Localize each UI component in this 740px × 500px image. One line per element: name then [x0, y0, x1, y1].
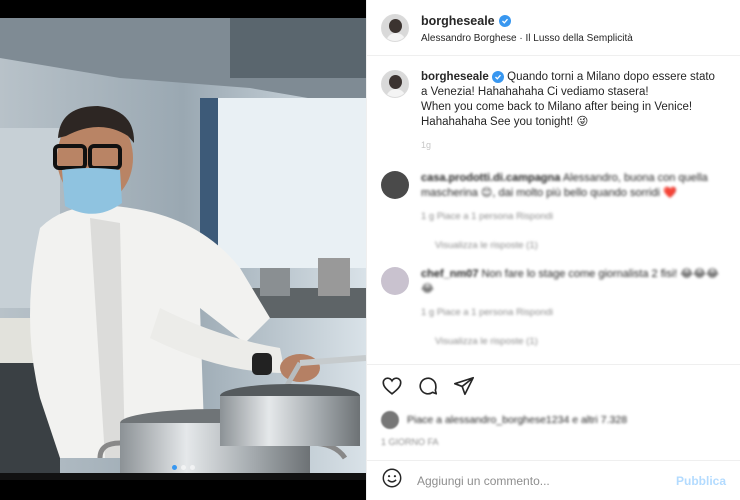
post-details-panel: borgheseale Alessandro Borghese · Il Lus… [366, 0, 740, 500]
header-info: borgheseale Alessandro Borghese · Il Lus… [421, 12, 633, 44]
likes-row[interactable]: Piace a alessandro_borghese1234 e altri … [381, 411, 726, 429]
add-comment-bar: Pubblica [367, 460, 740, 500]
post-photo[interactable] [0, 18, 366, 480]
commenter-avatar[interactable] [381, 171, 409, 199]
post-comment-button[interactable]: Pubblica [676, 474, 726, 488]
carousel-dot [171, 465, 177, 470]
chef-kitchen-photo [0, 18, 366, 480]
caption-username[interactable]: borgheseale [421, 71, 489, 83]
username-link[interactable]: borgheseale [421, 14, 495, 28]
carousel-indicator [0, 465, 366, 470]
commenter-avatar[interactable] [381, 267, 409, 295]
emoji-icon[interactable] [381, 467, 403, 494]
heart-icon[interactable] [381, 375, 403, 397]
likes-text[interactable]: Piace a alessandro_borghese1234 e altri … [407, 413, 627, 428]
comment-body: casa.prodotti.di.campagna Alessandro, bu… [421, 171, 721, 253]
avatar[interactable] [381, 13, 409, 42]
comment-text: chef_nm07 Non fare lo stage come giornal… [421, 267, 721, 297]
liker-avatar [381, 411, 399, 429]
carousel-dot [189, 465, 195, 470]
post-header: borgheseale Alessandro Borghese · Il Lus… [367, 0, 740, 56]
caption-timestamp: 1g [421, 140, 432, 150]
view-replies-link[interactable]: Visualizza le risposte (1) [435, 238, 721, 253]
caption-text: borgheseale Quando torni a Milano dopo e… [421, 70, 721, 153]
caption-avatar[interactable] [381, 70, 409, 98]
comment-icon[interactable] [417, 375, 439, 397]
comment-meta[interactable]: 1 g Piace a 1 persona Rispondi [421, 305, 721, 320]
caption-english: When you come back to Milano after being… [421, 101, 693, 128]
comment-meta[interactable]: 1 g Piace a 1 persona Rispondi [421, 209, 721, 224]
carousel-dot [180, 465, 186, 470]
action-icons [381, 375, 726, 397]
share-icon[interactable] [453, 375, 475, 397]
comment-text: casa.prodotti.di.campagna Alessandro, bu… [421, 171, 721, 201]
action-section: Piace a alessandro_borghese1234 e altri … [367, 364, 740, 447]
view-replies-link[interactable]: Visualizza le risposte (1) [435, 334, 721, 349]
comment-body: chef_nm07 Non fare lo stage come giornal… [421, 267, 721, 349]
comment-item: casa.prodotti.di.campagna Alessandro, bu… [367, 171, 740, 253]
comment-input[interactable] [417, 473, 676, 488]
verified-badge-icon [491, 71, 504, 83]
comment-item: chef_nm07 Non fare lo stage come giornal… [367, 267, 740, 349]
location-subtitle[interactable]: Alessandro Borghese · Il Lusso della Sem… [421, 33, 633, 44]
post-caption: borgheseale Quando torni a Milano dopo e… [367, 56, 740, 153]
username-row: borgheseale [421, 14, 511, 28]
post-age: 1 GIORNO FA [381, 437, 439, 447]
verified-badge-icon [498, 14, 511, 27]
post-modal: borgheseale Alessandro Borghese · Il Lus… [0, 0, 740, 500]
comment-username[interactable]: chef_nm07 [421, 268, 478, 280]
comment-username[interactable]: casa.prodotti.di.campagna [421, 172, 560, 184]
